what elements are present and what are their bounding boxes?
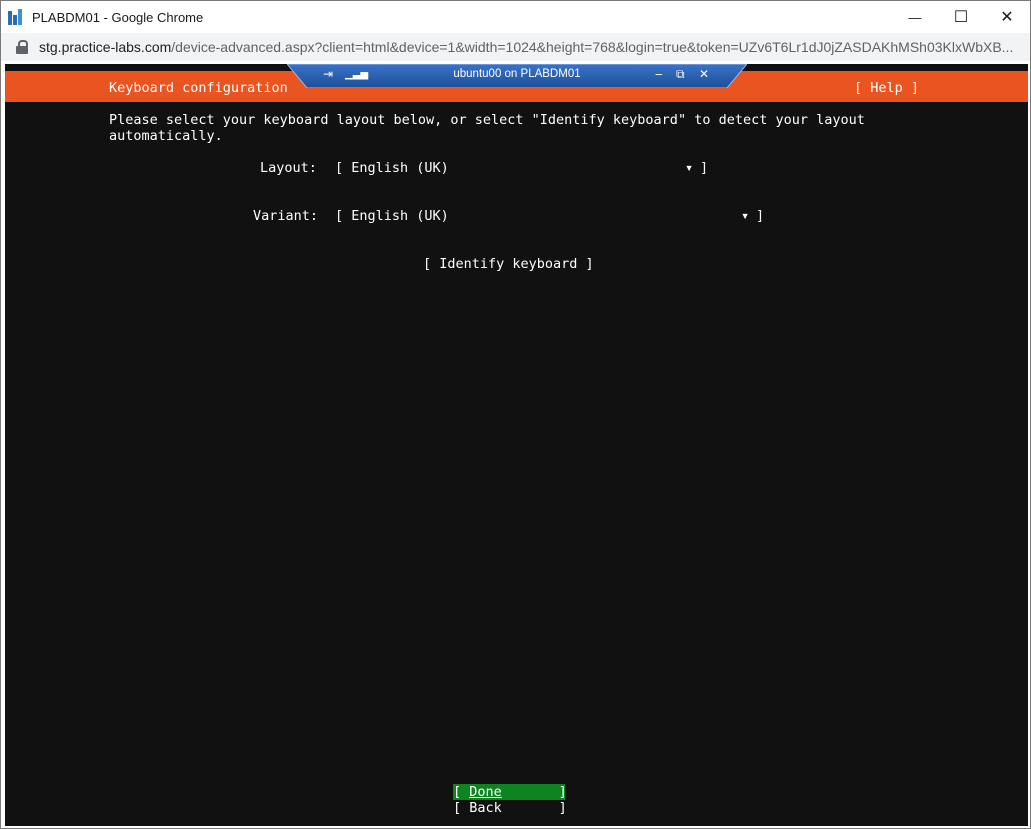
- address-bar[interactable]: stg.practice-labs.com/device-advanced.as…: [1, 33, 1030, 61]
- connection-restore-button[interactable]: ⧉: [676, 67, 685, 82]
- layout-select-end: ]: [700, 160, 709, 176]
- help-button[interactable]: [ Help ]: [854, 80, 919, 96]
- connection-toolbar[interactable]: ⇥ ▁▃▅ ubuntu00 on PLABDM01 ‒ ⧉ ✕: [287, 64, 747, 88]
- minimize-button[interactable]: —: [892, 1, 938, 33]
- done-open: [: [453, 784, 470, 800]
- window-controls: — ☐ ✕: [892, 1, 1030, 33]
- app-icon: [8, 9, 24, 25]
- connection-minimize-button[interactable]: ‒: [655, 67, 663, 81]
- back-button[interactable]: [ Back ]: [453, 800, 567, 816]
- done-close: ]: [501, 784, 567, 800]
- variant-select[interactable]: [ English (UK): [335, 208, 449, 224]
- header-title: Keyboard configuration: [109, 80, 288, 96]
- done-button[interactable]: [ Done ]: [453, 784, 567, 800]
- url-text[interactable]: stg.practice-labs.com/device-advanced.as…: [39, 39, 1029, 55]
- layout-label: Layout:: [260, 160, 317, 176]
- window-title: PLABDM01 - Google Chrome: [32, 9, 204, 25]
- remote-screen[interactable]: Keyboard configuration [ Help ] Please s…: [5, 64, 1028, 826]
- title-bar: PLABDM01 - Google Chrome — ☐ ✕: [1, 1, 1030, 33]
- connection-close-button[interactable]: ✕: [699, 67, 709, 81]
- maximize-button[interactable]: ☐: [938, 1, 984, 33]
- layout-dropdown-arrow-icon[interactable]: ▾: [685, 160, 693, 176]
- url-path: /device-advanced.aspx?client=html&device…: [171, 39, 1014, 55]
- intro-text-line-1: Please select your keyboard layout below…: [109, 112, 865, 128]
- layout-select[interactable]: [ English (UK): [335, 160, 449, 176]
- done-label: Done: [469, 784, 502, 800]
- variant-dropdown-arrow-icon[interactable]: ▾: [741, 208, 749, 224]
- lock-icon[interactable]: [15, 40, 29, 54]
- identify-keyboard-button[interactable]: [ Identify keyboard ]: [423, 256, 594, 272]
- url-host: stg.practice-labs.com: [39, 39, 172, 55]
- variant-select-end: ]: [756, 208, 765, 224]
- close-button[interactable]: ✕: [984, 1, 1030, 33]
- variant-label: Variant:: [253, 208, 319, 224]
- browser-window: PLABDM01 - Google Chrome — ☐ ✕ stg.pract…: [0, 0, 1031, 829]
- intro-text-line-2: automatically.: [109, 128, 223, 144]
